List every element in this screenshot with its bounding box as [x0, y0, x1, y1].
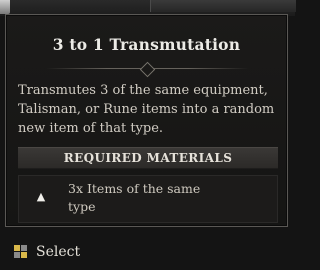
icon-cell: [21, 252, 27, 258]
icon-cell: [14, 245, 20, 251]
control-hint-bar: Select: [0, 238, 295, 270]
icon-cell: [21, 245, 27, 251]
tooltip-description: Transmutes 3 of the same equipment, Tali…: [18, 83, 275, 136]
required-materials-header: REQUIRED MATERIALS: [18, 147, 278, 169]
transmutation-tooltip: 3 to 1 Transmutation Transmutes 3 of the…: [5, 14, 288, 227]
required-material-entry: ▲ 3x Items of the same type: [18, 175, 278, 223]
item-thumbnail-fragment: [0, 0, 10, 14]
adjacent-panel-fragment: [150, 0, 296, 12]
tooltip-title: 3 to 1 Transmutation: [52, 35, 241, 54]
triangle-up-icon: ▲: [36, 190, 46, 203]
select-action-label[interactable]: Select: [36, 242, 80, 262]
divider-diamond-icon: [139, 61, 156, 78]
gamepad-button-icon[interactable]: [14, 245, 28, 259]
icon-cell: [14, 252, 20, 258]
required-material-text: 3x Items of the same type: [68, 181, 201, 214]
